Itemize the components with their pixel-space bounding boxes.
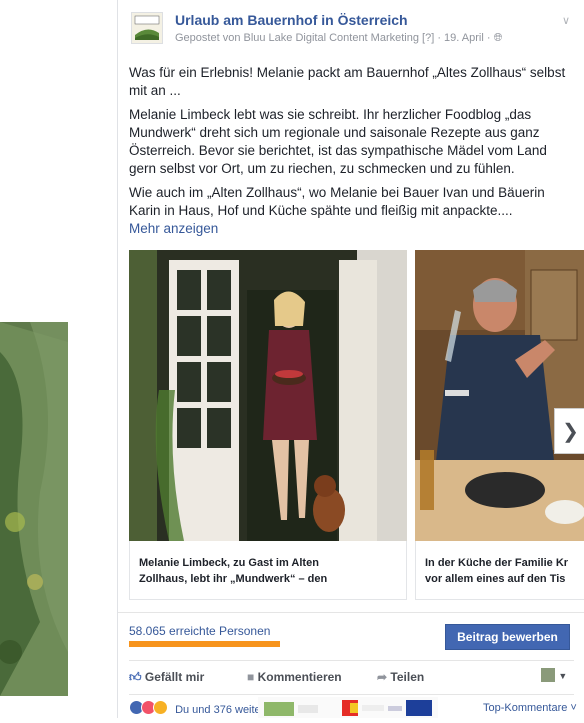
chevron-right-icon: ❯ <box>562 420 579 443</box>
reactions-text: Du und 376 weitere <box>175 704 271 716</box>
globe-icon: 🌐︎ <box>493 32 503 44</box>
card-caption-line: In der Küche der Familie Kr <box>425 557 569 569</box>
post-meta-text: Gepostet von Bluu Lake Digital Content M… <box>175 32 494 44</box>
post-body: Was für ein Erlebnis! Melanie packt am B… <box>129 64 575 238</box>
partner-logos <box>258 697 438 718</box>
share-icon: ➦ <box>377 670 388 684</box>
share-label: Teilen <box>390 670 425 684</box>
card-photo-woman-doorway[interactable] <box>129 250 407 541</box>
divider <box>129 694 574 695</box>
action-bar: 👍︎ Gefällt mir ■ Kommentieren ➦ Teilen ▼ <box>129 668 575 688</box>
image-carousel: Melanie Limbeck, zu Gast im Alten Zollha… <box>129 250 584 600</box>
post-paragraph: Was für ein Erlebnis! Melanie packt am B… <box>129 65 566 98</box>
reactions-summary[interactable]: Du und 376 weitere <box>129 700 270 716</box>
post-meta: Gepostet von Bluu Lake Digital Content M… <box>175 32 502 45</box>
card-caption-line: Zollhaus, lebt ihr „Mundwerk“ – den <box>139 573 328 585</box>
share-button[interactable]: ➦ Teilen <box>377 670 424 684</box>
promote-post-button[interactable]: Beitrag bewerben <box>445 624 570 650</box>
post-paragraph: Wie auch im „Alten Zollhaus“, wo Melanie… <box>129 185 545 218</box>
like-button[interactable]: 👍︎ Gefällt mir <box>129 670 204 685</box>
divider <box>129 660 574 661</box>
card-caption[interactable]: Melanie Limbeck, zu Gast im Alten Zollha… <box>139 555 403 587</box>
card-caption-line: vor allem eines auf den Tis <box>425 573 566 585</box>
comment-icon: ■ <box>247 670 255 684</box>
reach-progress-bar <box>129 641 280 647</box>
post-card: Urlaub am Bauernhof in Österreich Gepost… <box>117 0 584 718</box>
like-label: Gefällt mir <box>144 670 205 684</box>
page-avatar[interactable] <box>131 12 163 44</box>
thumbs-up-icon: 👍︎ <box>129 670 142 684</box>
divider <box>118 612 584 613</box>
background-photo <box>0 322 68 696</box>
avatar <box>541 668 555 682</box>
carousel-card[interactable]: Melanie Limbeck, zu Gast im Alten Zollha… <box>129 250 407 600</box>
post-as-selector[interactable]: ▼ <box>541 668 567 682</box>
chevron-down-icon[interactable]: ∨ <box>562 14 570 27</box>
card-photo-man-kitchen[interactable] <box>415 250 584 541</box>
wow-reaction-icon <box>153 700 168 715</box>
page-name-link[interactable]: Urlaub am Bauernhof in Österreich <box>175 12 408 28</box>
see-more-link[interactable]: Mehr anzeigen <box>129 221 218 236</box>
comment-button[interactable]: ■ Kommentieren <box>247 670 342 684</box>
post-header: Urlaub am Bauernhof in Österreich Gepost… <box>131 10 574 50</box>
comment-label: Kommentieren <box>257 670 342 684</box>
post-paragraph: Melanie Limbeck lebt was sie schreibt. I… <box>129 107 547 176</box>
caret-down-icon: ▼ <box>558 671 568 681</box>
card-caption-line: Melanie Limbeck, zu Gast im Alten <box>139 557 319 569</box>
card-caption[interactable]: In der Küche der Familie Kr vor allem ei… <box>425 555 581 587</box>
top-comments-dropdown[interactable]: Top-Kommentare ˅ <box>483 702 577 714</box>
reach-link[interactable]: 58.065 erreichte Personen <box>129 624 270 638</box>
carousel-next-button[interactable]: ❯ <box>554 408 584 454</box>
